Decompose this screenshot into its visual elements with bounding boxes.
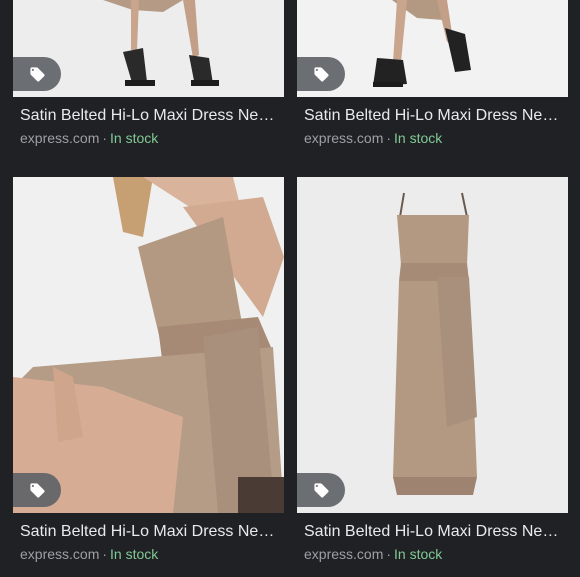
source-domain: express.com [304, 130, 384, 146]
separator: · [386, 130, 392, 146]
result-card[interactable]: Satin Belted Hi-Lo Maxi Dress Ne… expres… [297, 177, 568, 563]
stock-status: In stock [394, 546, 443, 562]
result-card[interactable]: Satin Belted Hi-Lo Maxi Dress Ne… expres… [297, 0, 568, 147]
product-image[interactable] [13, 177, 284, 513]
tag-badge[interactable] [13, 473, 61, 507]
result-meta: express.com · In stock [297, 545, 568, 563]
tag-badge[interactable] [297, 57, 345, 91]
separator: · [386, 546, 392, 562]
result-title[interactable]: Satin Belted Hi-Lo Maxi Dress Ne… [297, 106, 559, 126]
stock-status: In stock [394, 130, 443, 146]
result-card[interactable]: Satin Belted Hi-Lo Maxi Dress Ne… expres… [13, 177, 284, 563]
source-domain: express.com [304, 546, 384, 562]
result-meta: express.com · In stock [13, 545, 284, 563]
tag-icon [29, 66, 45, 82]
tag-icon [29, 482, 45, 498]
product-image[interactable] [297, 177, 568, 513]
product-image[interactable] [297, 0, 568, 97]
separator: · [102, 546, 108, 562]
tag-badge[interactable] [13, 57, 61, 91]
tag-icon [313, 66, 329, 82]
dress-photo [13, 177, 284, 513]
tag-icon [313, 482, 329, 498]
stock-status: In stock [110, 546, 159, 562]
source-domain: express.com [20, 130, 100, 146]
product-image[interactable] [13, 0, 284, 97]
separator: · [102, 130, 108, 146]
result-card[interactable]: Satin Belted Hi-Lo Maxi Dress Ne… expres… [13, 0, 284, 147]
dress-photo [297, 177, 568, 513]
result-meta: express.com · In stock [297, 129, 568, 147]
result-title[interactable]: Satin Belted Hi-Lo Maxi Dress Ne… [13, 522, 275, 542]
tag-badge[interactable] [297, 473, 345, 507]
result-title[interactable]: Satin Belted Hi-Lo Maxi Dress Ne… [13, 106, 275, 126]
result-meta: express.com · In stock [13, 129, 284, 147]
result-title[interactable]: Satin Belted Hi-Lo Maxi Dress Ne… [297, 522, 559, 542]
stock-status: In stock [110, 130, 159, 146]
source-domain: express.com [20, 546, 100, 562]
